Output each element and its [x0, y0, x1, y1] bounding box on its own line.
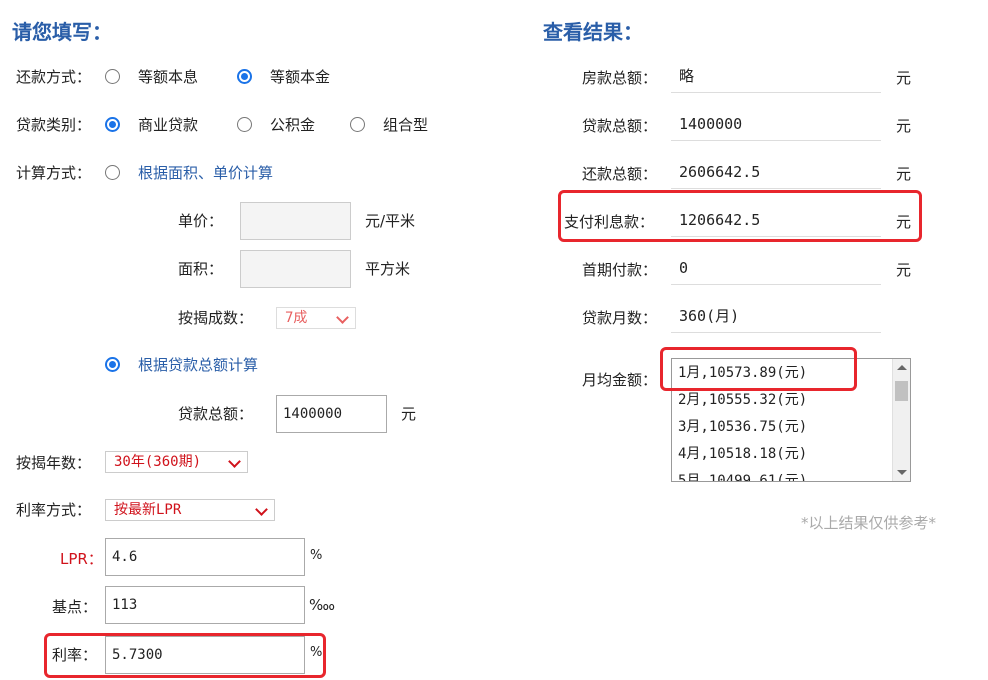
loan-total-result-unit: 元 — [896, 117, 912, 135]
scroll-thumb[interactable] — [895, 381, 908, 401]
house-total-label: 房款总额： — [582, 69, 658, 87]
loan-total-result-value: 1400000 — [671, 108, 881, 141]
calc-by-area-label[interactable]: 根据面积、单价计算 — [138, 162, 273, 183]
monthly-amount-label: 月均金额： — [582, 371, 658, 389]
lpr-label: LPR： — [60, 550, 103, 568]
calc-by-loan-label[interactable]: 根据贷款总额计算 — [138, 354, 258, 375]
loan-combined-radio[interactable] — [350, 117, 365, 132]
mortgage-years-label: 按揭年数： — [16, 454, 92, 472]
loan-commercial-radio[interactable] — [105, 117, 120, 132]
calc-by-loan-radio[interactable] — [105, 357, 120, 372]
down-payment-label: 首期付款： — [582, 261, 658, 279]
list-item[interactable]: 3月,10536.75(元) — [672, 414, 910, 441]
basis-points-input[interactable]: 113 — [105, 586, 305, 624]
house-total-value: 略 — [671, 60, 881, 93]
house-total-unit: 元 — [896, 69, 912, 87]
calc-by-area-radio[interactable] — [105, 165, 120, 180]
interest-label: 支付利息款： — [564, 213, 655, 231]
unit-price-input[interactable] — [240, 202, 351, 240]
mortgage-years-select[interactable]: 30年(360期) — [105, 451, 248, 473]
rate-mode-value: 按最新LPR — [114, 502, 182, 518]
down-payment-value: 0 — [671, 252, 881, 285]
list-scrollbar[interactable] — [892, 359, 910, 481]
loan-type-label: 贷款类别： — [16, 116, 92, 134]
chevron-down-icon — [255, 503, 268, 516]
list-item[interactable]: 4月,10518.18(元) — [672, 441, 910, 468]
mortgage-ratio-select[interactable]: 7成 — [276, 307, 356, 329]
monthly-highlight-box — [660, 347, 857, 391]
area-unit: 平方米 — [365, 260, 411, 278]
repay-method-label: 还款方式： — [16, 68, 92, 86]
repay-equal-installment-radio[interactable] — [105, 69, 120, 84]
mortgage-years-value: 30年(360期) — [114, 454, 202, 470]
loan-commercial-label[interactable]: 商业贷款 — [138, 114, 198, 135]
loan-months-label: 贷款月数： — [582, 309, 658, 327]
mortgage-ratio-value: 7成 — [285, 310, 308, 326]
loan-total-input[interactable]: 1400000 — [276, 395, 387, 433]
interest-value: 1206642.5 — [671, 204, 881, 237]
interest-unit: 元 — [896, 213, 912, 231]
result-title: 查看结果： — [543, 20, 643, 44]
scroll-up-icon[interactable] — [897, 365, 907, 370]
area-label: 面积： — [178, 260, 224, 278]
rate-label: 利率： — [52, 646, 98, 664]
list-item[interactable]: 2月,10555.32(元) — [672, 387, 910, 414]
rate-mode-select[interactable]: 按最新LPR — [105, 499, 275, 521]
basis-points-unit: ‱ — [309, 596, 336, 614]
repay-equal-principal-radio[interactable] — [237, 69, 252, 84]
loan-fund-label[interactable]: 公积金 — [270, 114, 315, 135]
lpr-input[interactable]: 4.6 — [105, 538, 305, 576]
loan-combined-label[interactable]: 组合型 — [383, 114, 428, 135]
list-item[interactable]: 5月,10499.61(元) — [672, 468, 910, 481]
form-title: 请您填写： — [12, 20, 112, 44]
disclaimer-note: *以上结果仅供参考* — [801, 514, 937, 532]
lpr-unit: % — [310, 548, 323, 563]
chevron-down-icon — [228, 455, 241, 468]
repay-equal-installment-label[interactable]: 等额本息 — [138, 66, 198, 87]
loan-total-label: 贷款总额： — [178, 405, 254, 423]
unit-price-label: 单价： — [178, 212, 224, 230]
repay-total-label: 还款总额： — [582, 165, 658, 183]
rate-input[interactable]: 5.7300 — [105, 636, 305, 674]
mortgage-ratio-label: 按揭成数： — [178, 309, 254, 327]
loan-fund-radio[interactable] — [237, 117, 252, 132]
loan-months-value: 360(月) — [671, 300, 881, 333]
loan-total-unit: 元 — [401, 405, 417, 423]
unit-price-unit: 元/平米 — [365, 212, 416, 230]
rate-mode-label: 利率方式： — [16, 501, 92, 519]
repay-equal-principal-label[interactable]: 等额本金 — [270, 66, 330, 87]
loan-total-result-label: 贷款总额： — [582, 117, 658, 135]
area-input[interactable] — [240, 250, 351, 288]
scroll-down-icon[interactable] — [897, 470, 907, 475]
repay-total-value: 2606642.5 — [671, 156, 881, 189]
basis-points-label: 基点： — [52, 598, 98, 616]
down-payment-unit: 元 — [896, 261, 912, 279]
repay-total-unit: 元 — [896, 165, 912, 183]
chevron-down-icon — [336, 311, 349, 324]
rate-unit: % — [310, 645, 323, 660]
calc-method-label: 计算方式： — [16, 164, 92, 182]
